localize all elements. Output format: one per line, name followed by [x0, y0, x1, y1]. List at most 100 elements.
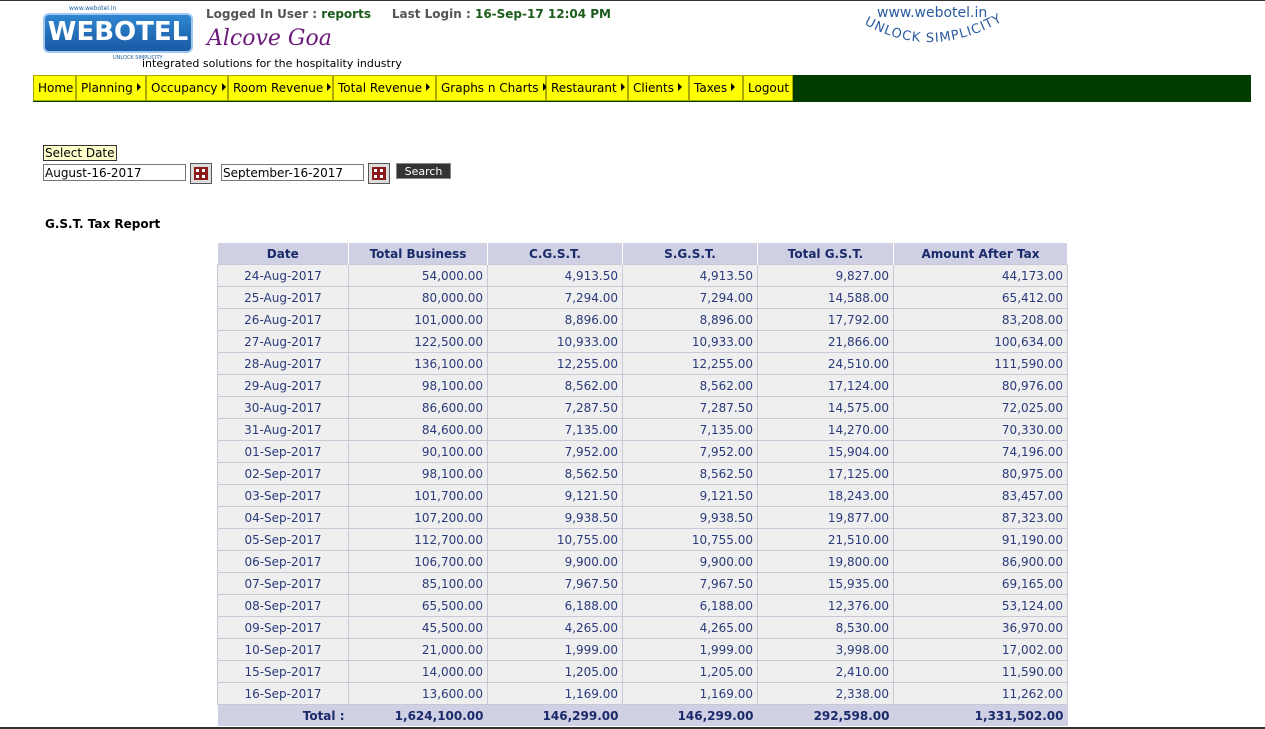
amount-cell: 10,755.00 — [622, 528, 758, 551]
amount-cell: 7,287.50 — [487, 396, 623, 419]
amount-cell: 4,913.50 — [487, 264, 623, 287]
amount-cell: 17,124.00 — [757, 374, 894, 397]
amount-cell: 8,562.00 — [487, 374, 623, 397]
table-row: 26-Aug-2017 101,000.00 8,896.00 8,896.00 17,… — [217, 308, 1068, 331]
amount-cell: 15,904.00 — [757, 440, 894, 463]
to-calendar-icon[interactable] — [368, 163, 390, 184]
total-cell: 1,624,100.00 — [348, 704, 488, 726]
date-cell: 27-Aug-2017 — [217, 330, 349, 353]
amount-cell: 8,896.00 — [487, 308, 623, 331]
date-cell: 04-Sep-2017 — [217, 506, 349, 529]
amount-cell: 107,200.00 — [348, 506, 488, 529]
hotel-name: Alcove Goa — [207, 26, 332, 51]
amount-cell: 10,933.00 — [622, 330, 758, 353]
date-cell: 15-Sep-2017 — [217, 660, 349, 683]
table-row: 30-Aug-2017 86,600.00 7,287.50 7,287.50 14,5… — [217, 396, 1068, 419]
amount-cell: 11,590.00 — [893, 660, 1068, 683]
date-cell: 01-Sep-2017 — [217, 440, 349, 463]
amount-cell: 6,188.00 — [622, 594, 758, 617]
amount-cell: 12,255.00 — [622, 352, 758, 375]
amount-cell: 85,100.00 — [348, 572, 488, 595]
unlock-simplicity-slogan: UNLOCK SIMPLICITY — [862, 12, 1005, 46]
total-cell: 146,299.00 — [487, 704, 623, 726]
amount-cell: 14,588.00 — [757, 286, 894, 309]
amount-cell: 9,121.50 — [487, 484, 623, 507]
table-row: 31-Aug-2017 84,600.00 7,135.00 7,135.00 14,2… — [217, 418, 1068, 441]
date-cell: 02-Sep-2017 — [217, 462, 349, 485]
amount-cell: 7,294.00 — [487, 286, 623, 309]
amount-cell: 65,500.00 — [348, 594, 488, 617]
table-row: 09-Sep-2017 45,500.00 4,265.00 4,265.00 8,53… — [217, 616, 1068, 639]
amount-cell: 80,976.00 — [893, 374, 1068, 397]
menu-logout[interactable]: Logout — [743, 75, 793, 101]
amount-cell: 7,135.00 — [487, 418, 623, 441]
table-row: 03-Sep-2017 101,700.00 9,121.50 9,121.50 18,… — [217, 484, 1068, 507]
table-header-row: Date Total Business C.G.S.T. S.G.S.T. Total … — [217, 243, 1068, 265]
menu-total-revenue[interactable]: Total Revenue — [333, 75, 436, 101]
date-cell: 31-Aug-2017 — [217, 418, 349, 441]
date-cell: 28-Aug-2017 — [217, 352, 349, 375]
amount-cell: 14,575.00 — [757, 396, 894, 419]
from-calendar-icon[interactable] — [190, 163, 212, 184]
last-login-value: 16-Sep-17 12:04 PM — [474, 7, 611, 21]
table-row: 28-Aug-2017 136,100.00 12,255.00 12,255.00 2… — [217, 352, 1068, 375]
amount-cell: 7,967.50 — [622, 572, 758, 595]
menu-occupancy[interactable]: Occupancy — [146, 75, 228, 101]
menu-logout-label: Logout — [748, 81, 790, 95]
date-cell: 10-Sep-2017 — [217, 638, 349, 661]
table-row: 10-Sep-2017 21,000.00 1,999.00 1,999.00 3,99… — [217, 638, 1068, 661]
last-login-label: Last Login : — [391, 7, 471, 21]
amount-cell: 21,866.00 — [757, 330, 894, 353]
amount-cell: 4,265.00 — [487, 616, 623, 639]
amount-cell: 54,000.00 — [348, 264, 488, 287]
top-border — [0, 0, 1265, 1]
to-date-input[interactable] — [221, 164, 364, 181]
amount-cell: 80,975.00 — [893, 462, 1068, 485]
svg-text:UNLOCK SIMPLICITY: UNLOCK SIMPLICITY — [862, 12, 1005, 46]
menu-taxes[interactable]: Taxes — [689, 75, 743, 101]
amount-cell: 12,376.00 — [757, 594, 894, 617]
date-cell: 16-Sep-2017 — [217, 682, 349, 705]
amount-cell: 6,188.00 — [487, 594, 623, 617]
amount-cell: 80,000.00 — [348, 286, 488, 309]
from-date-input[interactable] — [43, 164, 186, 181]
amount-cell: 1,205.00 — [622, 660, 758, 683]
amount-cell: 8,530.00 — [757, 616, 894, 639]
column-header: S.G.S.T. — [622, 243, 758, 265]
amount-cell: 4,913.50 — [622, 264, 758, 287]
report-title: G.S.T. Tax Report — [45, 217, 161, 231]
amount-cell: 14,000.00 — [348, 660, 488, 683]
amount-cell: 10,755.00 — [487, 528, 623, 551]
menu-clients[interactable]: Clients — [628, 75, 689, 101]
menu-room-revenue[interactable]: Room Revenue — [228, 75, 333, 101]
table-row: 24-Aug-2017 54,000.00 4,913.50 4,913.50 9,82… — [217, 264, 1068, 287]
table-row: 29-Aug-2017 98,100.00 8,562.00 8,562.00 17,1… — [217, 374, 1068, 397]
date-cell: 09-Sep-2017 — [217, 616, 349, 639]
menu-restaurant[interactable]: Restaurant — [546, 75, 628, 101]
amount-cell: 9,938.50 — [487, 506, 623, 529]
amount-cell: 8,562.50 — [487, 462, 623, 485]
amount-cell: 83,457.00 — [893, 484, 1068, 507]
date-cell: 05-Sep-2017 — [217, 528, 349, 551]
amount-cell: 36,970.00 — [893, 616, 1068, 639]
caret-right-icon — [327, 83, 332, 91]
amount-cell: 111,590.00 — [893, 352, 1068, 375]
menu-home[interactable]: Home — [33, 75, 76, 101]
search-button[interactable]: Search — [396, 163, 451, 179]
amount-cell: 9,938.50 — [622, 506, 758, 529]
amount-cell: 65,412.00 — [893, 286, 1068, 309]
amount-cell: 14,270.00 — [757, 418, 894, 441]
total-cell: 1,331,502.00 — [893, 704, 1068, 726]
amount-cell: 19,800.00 — [757, 550, 894, 573]
amount-cell: 74,196.00 — [893, 440, 1068, 463]
amount-cell: 1,169.00 — [622, 682, 758, 705]
menu-graphs-n-charts[interactable]: Graphs n Charts — [436, 75, 547, 101]
caret-right-icon — [426, 83, 431, 91]
menu-planning[interactable]: Planning — [76, 75, 146, 101]
logged-in-user: reports — [321, 7, 371, 21]
amount-cell: 24,510.00 — [757, 352, 894, 375]
amount-cell: 15,935.00 — [757, 572, 894, 595]
logo-wordmark: WEBOTEL — [47, 17, 189, 47]
amount-cell: 9,121.50 — [622, 484, 758, 507]
total-label: Total : — [217, 704, 349, 726]
